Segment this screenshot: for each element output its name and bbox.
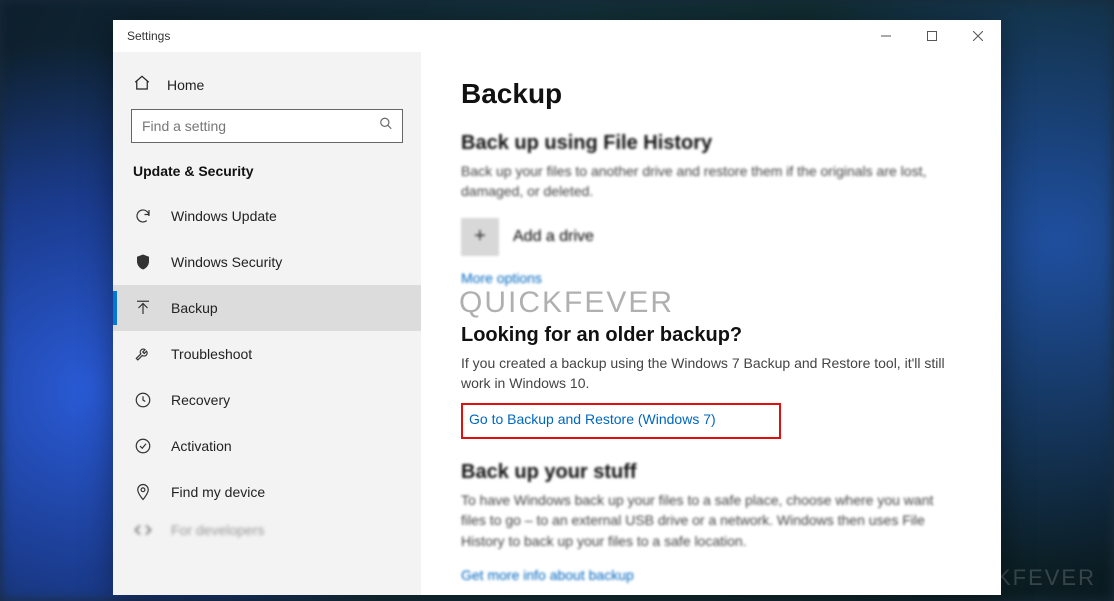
- shield-icon: [133, 253, 153, 271]
- sidebar-item-label: Find my device: [171, 484, 265, 500]
- home-button[interactable]: Home: [113, 64, 421, 109]
- sidebar-item-windows-security[interactable]: Windows Security: [113, 239, 421, 285]
- sidebar-item-backup[interactable]: Backup: [113, 285, 421, 331]
- sidebar-item-windows-update[interactable]: Windows Update: [113, 193, 421, 239]
- highlight-box: Go to Backup and Restore (Windows 7): [461, 403, 781, 439]
- recovery-icon: [133, 391, 153, 409]
- home-label: Home: [167, 77, 204, 93]
- plus-icon: +: [461, 218, 499, 256]
- titlebar: Settings: [113, 20, 1001, 52]
- window-title: Settings: [127, 29, 170, 43]
- minimize-button[interactable]: [863, 20, 909, 52]
- category-heading: Update & Security: [113, 161, 421, 193]
- sidebar-item-activation[interactable]: Activation: [113, 423, 421, 469]
- search-icon: [379, 117, 393, 136]
- close-button[interactable]: [955, 20, 1001, 52]
- backup-arrow-icon: [133, 299, 153, 317]
- backup-stuff-desc: To have Windows back up your files to a …: [461, 490, 961, 551]
- older-backup-desc: If you created a backup using the Window…: [461, 353, 961, 394]
- home-icon: [133, 74, 151, 95]
- add-drive-label: Add a drive: [513, 228, 594, 246]
- sidebar-item-find-my-device[interactable]: Find my device: [113, 469, 421, 515]
- sidebar-item-label: Backup: [171, 300, 218, 316]
- sidebar-item-label: Windows Security: [171, 254, 282, 270]
- wrench-icon: [133, 345, 153, 363]
- location-icon: [133, 483, 153, 501]
- sidebar-item-label: Activation: [171, 438, 232, 454]
- sidebar-item-troubleshoot[interactable]: Troubleshoot: [113, 331, 421, 377]
- page-title: Backup: [461, 78, 961, 110]
- maximize-button[interactable]: [909, 20, 955, 52]
- search-wrap: [131, 109, 403, 143]
- more-info-backup-link[interactable]: Get more info about backup: [461, 567, 634, 583]
- file-history-desc: Back up your files to another drive and …: [461, 161, 961, 202]
- backup-restore-win7-link[interactable]: Go to Backup and Restore (Windows 7): [469, 411, 716, 427]
- file-history-heading: Back up using File History: [461, 132, 961, 155]
- window-controls: [863, 20, 1001, 52]
- sidebar: Home Update & Security Windows Update: [113, 52, 421, 595]
- content-pane: Backup Back up using File History Back u…: [421, 52, 1001, 595]
- code-icon: [133, 521, 153, 539]
- nav-list: Windows Update Windows Security Backup: [113, 193, 421, 545]
- maximize-icon: [927, 31, 937, 41]
- close-icon: [973, 31, 983, 41]
- more-options-link[interactable]: More options: [461, 270, 542, 286]
- sync-icon: [133, 207, 153, 225]
- settings-window: Settings Home: [113, 20, 1001, 595]
- sidebar-item-label: Windows Update: [171, 208, 277, 224]
- search-input[interactable]: [131, 109, 403, 143]
- check-circle-icon: [133, 437, 153, 455]
- sidebar-item-label: Troubleshoot: [171, 346, 252, 362]
- sidebar-item-for-developers[interactable]: For developers: [113, 515, 421, 545]
- sidebar-item-label: Recovery: [171, 392, 230, 408]
- add-drive-button[interactable]: + Add a drive: [461, 218, 961, 256]
- older-backup-heading: Looking for an older backup?: [461, 324, 961, 347]
- watermark-center: QUICKFEVER: [459, 286, 961, 320]
- backup-stuff-heading: Back up your stuff: [461, 461, 961, 484]
- minimize-icon: [881, 31, 891, 41]
- sidebar-item-recovery[interactable]: Recovery: [113, 377, 421, 423]
- sidebar-item-label: For developers: [171, 522, 264, 538]
